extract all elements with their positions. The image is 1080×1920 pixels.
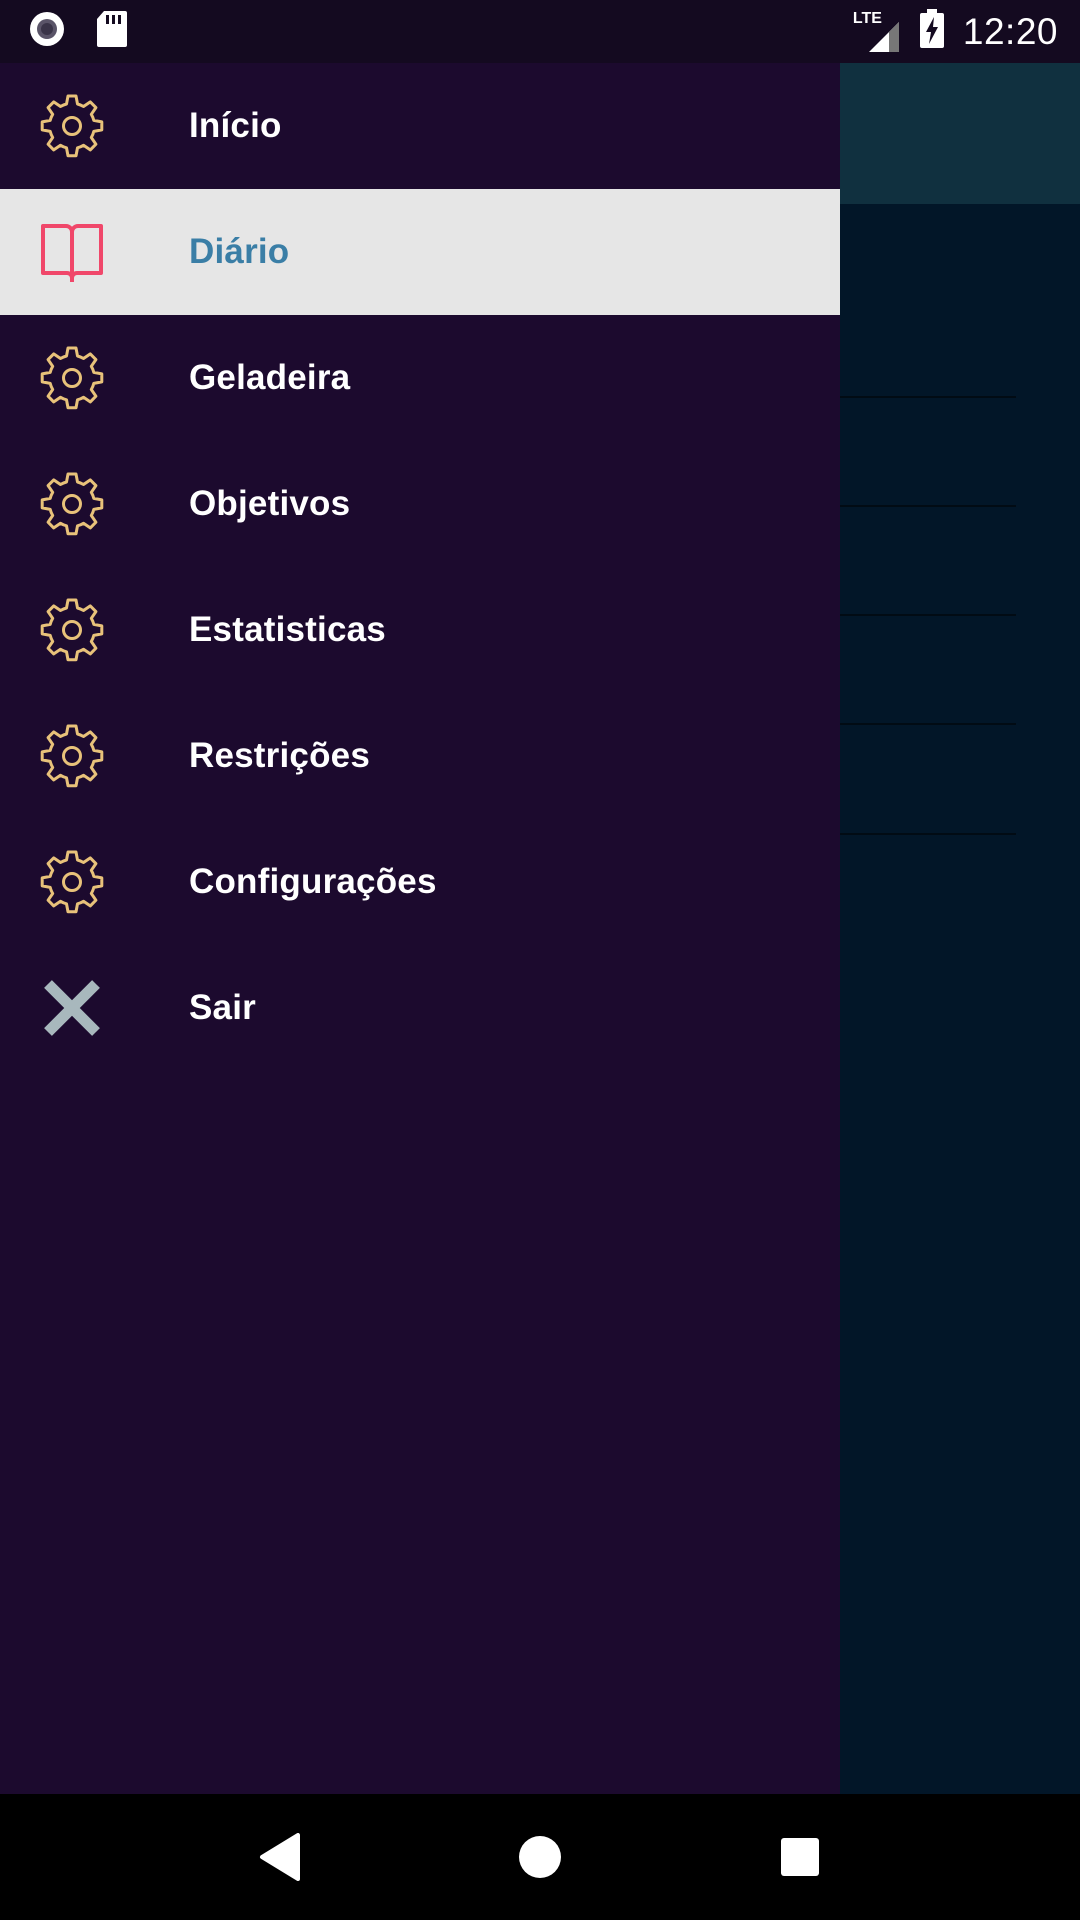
close-icon: [40, 976, 104, 1040]
menu-item-objetivos[interactable]: Objetivos: [0, 441, 840, 567]
signal-icon: LTE: [853, 10, 901, 52]
menu-item-label: Estatisticas: [189, 610, 386, 649]
record-icon: [28, 10, 66, 53]
gear-icon: [40, 724, 104, 788]
book-icon: [40, 220, 104, 284]
gear-icon: [40, 472, 104, 536]
sd-card-icon: [96, 10, 128, 53]
status-time: 12:20: [962, 10, 1058, 52]
menu-item-label: Sair: [189, 988, 256, 1027]
navigation-bar: [0, 1794, 1080, 1920]
status-left: [28, 10, 158, 53]
status-right: LTE 12:20: [835, 9, 1058, 54]
menu-item-inicio[interactable]: Início: [0, 63, 840, 189]
gear-icon: [40, 346, 104, 410]
background-divider: [840, 614, 1016, 616]
menu-item-estatisticas[interactable]: Estatisticas: [0, 567, 840, 693]
battery-charging-icon: [919, 9, 945, 54]
menu-item-diario[interactable]: Diário: [0, 189, 840, 315]
status-bar: LTE 12:20: [0, 0, 1080, 63]
menu-item-restricoes[interactable]: Restrições: [0, 693, 840, 819]
menu-item-label: Diário: [189, 232, 290, 271]
menu-item-geladeira[interactable]: Geladeira: [0, 315, 840, 441]
recents-icon[interactable]: [755, 1812, 845, 1902]
background-divider: [840, 396, 1016, 398]
menu-item-label: Início: [189, 106, 282, 145]
back-icon[interactable]: [235, 1812, 325, 1902]
background-divider: [840, 723, 1016, 725]
gear-icon: [40, 598, 104, 662]
menu-item-label: Configurações: [189, 862, 437, 901]
navigation-drawer: Início Diário Geladeira Objetivos Estati…: [0, 63, 840, 1794]
menu-item-label: Objetivos: [189, 484, 351, 523]
background-divider: [840, 505, 1016, 507]
gear-icon: [40, 94, 104, 158]
menu-item-label: Geladeira: [189, 358, 351, 397]
home-icon[interactable]: [495, 1812, 585, 1902]
menu-item-sair[interactable]: Sair: [0, 945, 840, 1071]
menu-item-label: Restrições: [189, 736, 370, 775]
gear-icon: [40, 850, 104, 914]
background-divider: [840, 833, 1016, 835]
menu-item-configuracoes[interactable]: Configurações: [0, 819, 840, 945]
